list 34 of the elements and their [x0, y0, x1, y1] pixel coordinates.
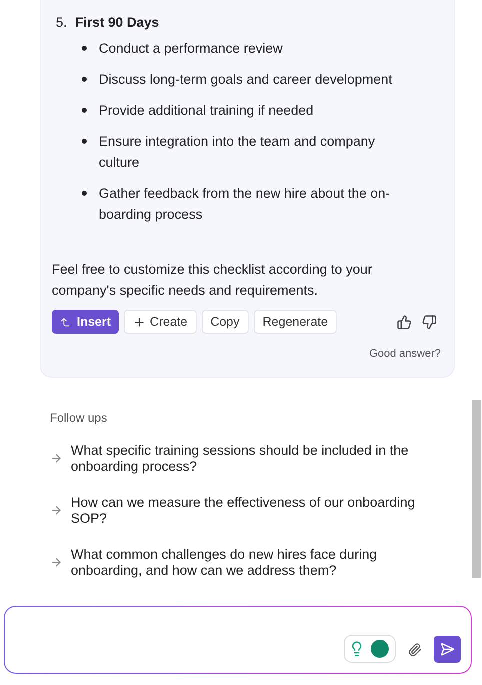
arrow-icon: [50, 452, 63, 466]
follow-up-link[interactable]: What common challenges do new hires face during onboarding, and how can we address them?: [50, 546, 430, 579]
paperclip-icon[interactable]: [408, 643, 422, 657]
action-button[interactable]: Regenerate: [254, 310, 338, 334]
section-title: First 90 Days: [75, 14, 160, 32]
send-icon: [440, 642, 455, 657]
thumbs-up-icon[interactable]: [397, 314, 412, 330]
arrow-icon: [50, 556, 63, 570]
arrow-icon: [60, 316, 71, 328]
send-button[interactable]: [434, 636, 461, 663]
insert-button[interactable]: Insert: [52, 310, 120, 334]
feedback-label: Good answer?: [369, 347, 442, 362]
create-button[interactable]: Create: [124, 310, 197, 334]
bullet-icon: [82, 108, 87, 114]
list-item: Ensure integration into the team and company culture: [99, 133, 376, 172]
closing-paragraph: Feel free to customize this checklist according to your company's specific needs and requirements.: [52, 261, 374, 300]
follow-up-link[interactable]: How can we measure the effectiveness of our onboarding SOP?: [50, 494, 430, 527]
list-item: Provide additional training if needed: [99, 102, 315, 120]
thumbs-down-icon[interactable]: [422, 314, 437, 330]
bullet-icon: [82, 139, 87, 144]
bullet-icon: [82, 46, 87, 52]
follow-ups-heading: Follow ups: [50, 410, 108, 427]
list-number: 5.: [56, 14, 68, 32]
follow-up-link[interactable]: What specific training sessions should be included in the onboarding process?: [50, 442, 430, 475]
plus-icon: [133, 316, 146, 329]
action-button[interactable]: Copy: [202, 310, 249, 334]
bullet-icon: [82, 77, 87, 82]
extension-badge[interactable]: [344, 635, 396, 663]
list-item: Discuss long-term goals and career development: [99, 71, 394, 90]
arrow-icon: [50, 504, 63, 518]
list-item: Gather feedback from the new hire about the on-boarding process: [99, 185, 392, 224]
message-input[interactable]: [5, 607, 471, 673]
bullet-icon: [82, 191, 87, 196]
list-item: Conduct a performance review: [99, 40, 284, 58]
